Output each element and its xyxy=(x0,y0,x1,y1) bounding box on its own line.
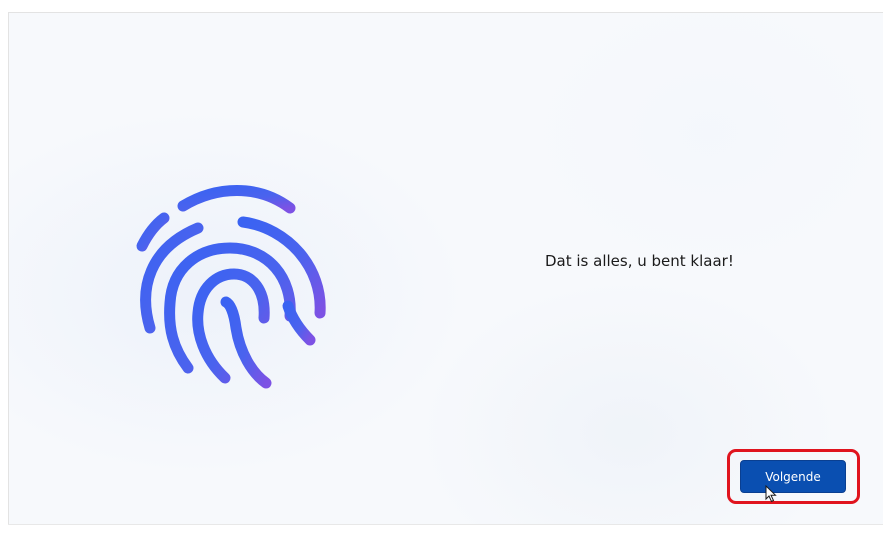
setup-window: Dat is alles, u bent klaar! Volgende xyxy=(0,0,883,536)
fingerprint-icon xyxy=(136,185,326,389)
completion-message: Dat is alles, u bent klaar! xyxy=(545,252,734,270)
mouse-cursor-icon xyxy=(765,485,777,503)
window-bottom-border xyxy=(8,524,883,525)
next-button[interactable]: Volgende xyxy=(740,460,846,493)
